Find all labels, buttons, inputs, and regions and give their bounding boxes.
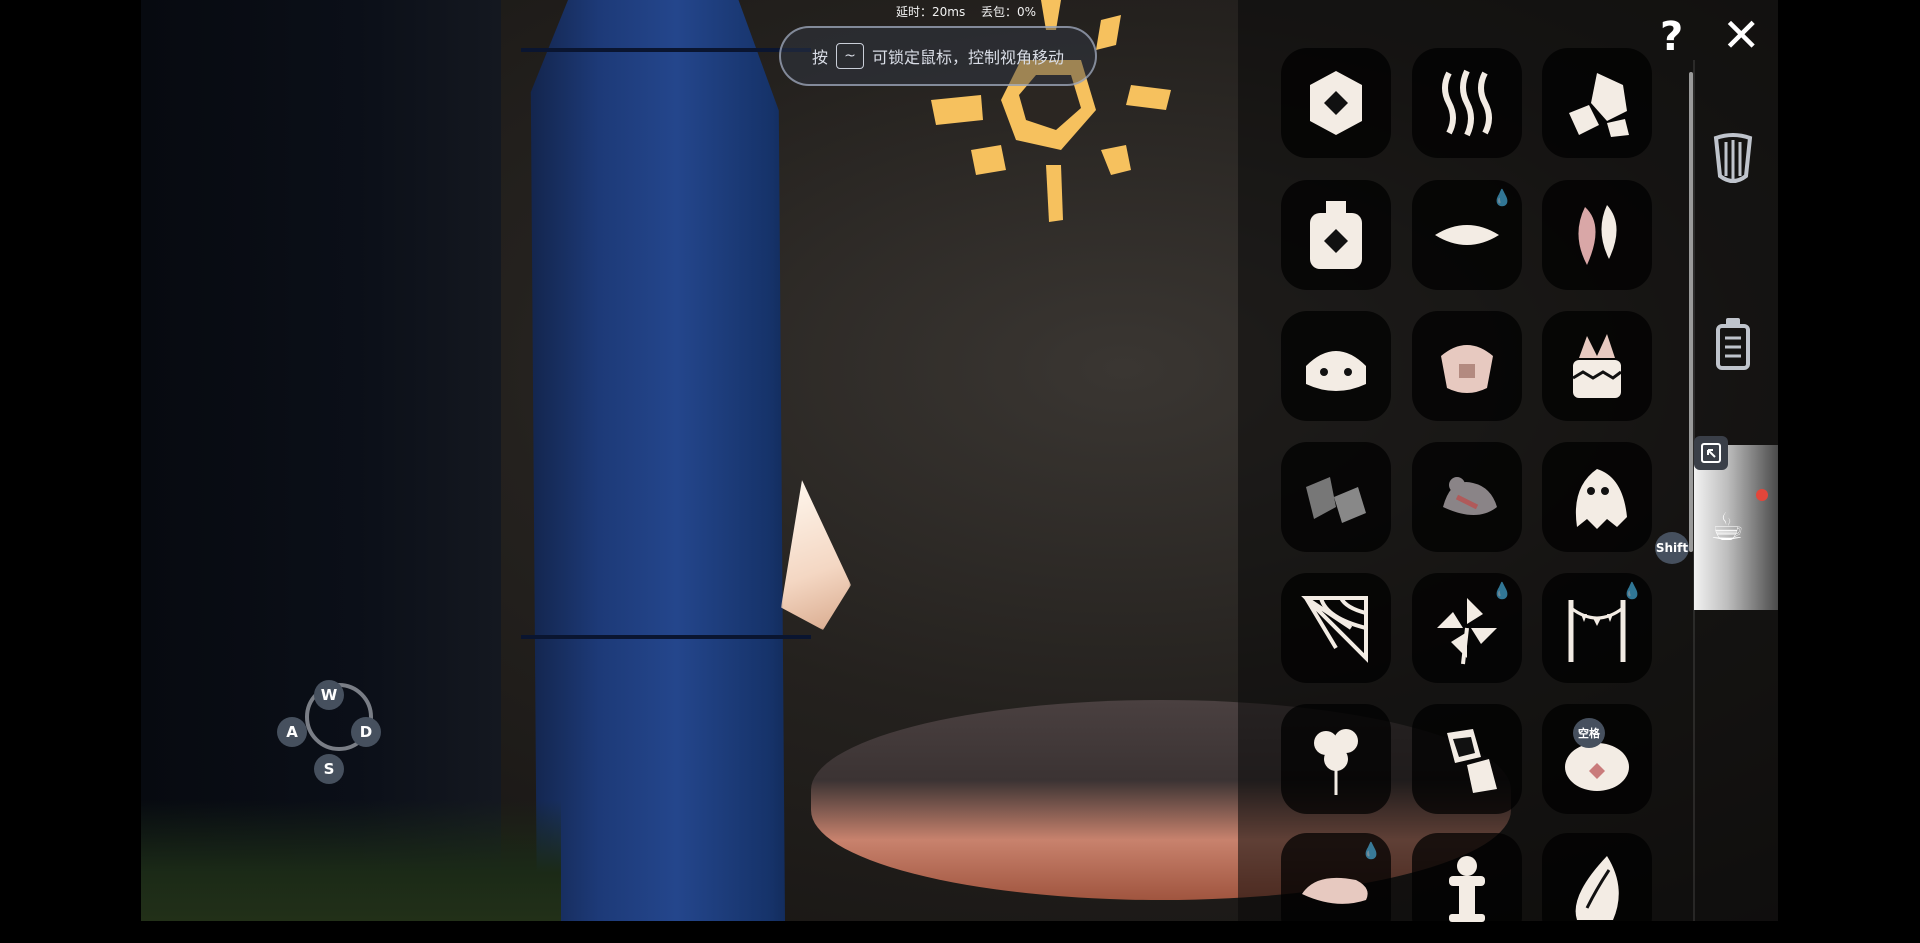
item-slot[interactable]	[1412, 833, 1522, 943]
item-slot[interactable]	[1281, 704, 1391, 814]
item-slot[interactable]	[1542, 48, 1652, 158]
mouse-lock-hint: 按 ~ 可锁定鼠标，控制视角移动	[779, 26, 1097, 86]
item-slot[interactable]	[1281, 48, 1391, 158]
blue-pillar	[530, 0, 785, 921]
pinwheel-icon	[1437, 598, 1497, 665]
rock-pile-icon	[1447, 729, 1497, 793]
droplet-icon: 💧	[1492, 581, 1512, 600]
hexagon-diamond-icon	[1310, 71, 1362, 135]
item-slot[interactable]	[1412, 442, 1522, 552]
network-status: 延时：20ms 丢包：0%	[890, 3, 1042, 20]
droplet-icon: 💧	[1622, 581, 1642, 600]
ghost-icon	[1575, 469, 1627, 529]
pillar-seam	[521, 635, 811, 639]
droplet-icon: 💧	[1361, 841, 1381, 860]
item-slot[interactable]	[1281, 180, 1391, 290]
cobweb-icon	[1301, 596, 1368, 663]
item-slot[interactable]	[1542, 442, 1652, 552]
shift-key-badge: Shift	[1655, 532, 1689, 564]
rocks-icon	[1569, 73, 1629, 137]
a-key[interactable]: A	[277, 717, 307, 747]
item-slot[interactable]	[1281, 442, 1391, 552]
harp-icon[interactable]	[1710, 132, 1756, 188]
tilde-key-icon: ~	[836, 43, 864, 69]
s-key[interactable]: S	[314, 754, 344, 784]
d-key[interactable]: D	[351, 717, 381, 747]
droplet-icon: 💧	[1492, 188, 1512, 207]
space-key-badge: 空格	[1573, 718, 1605, 748]
close-button[interactable]: ✕	[1722, 8, 1761, 62]
game-viewport[interactable]	[141, 0, 1778, 921]
grid-scrollbar[interactable]	[1689, 72, 1693, 552]
notification-dot	[1756, 489, 1768, 501]
hint-text: 可锁定鼠标，控制视角移动	[872, 48, 1065, 67]
item-slot[interactable]	[1542, 180, 1652, 290]
item-slot[interactable]	[1281, 311, 1391, 421]
hint-prefix: 按	[811, 48, 828, 67]
packet-loss-text: 丢包：0%	[981, 5, 1037, 19]
glowing-shard	[781, 480, 851, 630]
crystal-pot-icon	[1572, 334, 1622, 398]
flower-pedestal-icon	[1449, 856, 1485, 922]
cushion-icon	[1435, 225, 1499, 245]
balloons-icon	[1314, 729, 1358, 795]
item-slot[interactable]	[1412, 311, 1522, 421]
item-slot[interactable]	[1412, 48, 1522, 158]
boulders-icon	[1306, 477, 1366, 523]
shell-icon	[1575, 856, 1619, 920]
teacup-icon: ☕	[1710, 505, 1745, 549]
tea-bag-icon	[1441, 345, 1493, 393]
latency-text: 延时：20ms	[896, 5, 966, 19]
wavy-lines-icon	[1442, 69, 1492, 137]
w-key[interactable]: W	[314, 680, 344, 710]
item-slot[interactable]	[1412, 704, 1522, 814]
help-button[interactable]: ?	[1660, 14, 1683, 60]
stone-stool-icon	[1306, 351, 1366, 391]
bottle-icon	[1310, 201, 1362, 269]
flat-rock-icon	[1302, 877, 1368, 904]
feathers-icon	[1578, 205, 1617, 265]
item-slot[interactable]	[1281, 573, 1391, 683]
trash-icon[interactable]	[1710, 316, 1756, 372]
item-slot[interactable]	[1542, 833, 1652, 943]
dark-wall	[141, 0, 501, 921]
collapse-button[interactable]	[1694, 436, 1728, 470]
bunting-icon	[1568, 600, 1626, 662]
collapse-icon	[1701, 443, 1721, 463]
pigeon-icon	[1443, 477, 1497, 515]
pillar-seam	[521, 48, 811, 52]
item-slot[interactable]	[1542, 311, 1652, 421]
grass	[141, 800, 561, 921]
